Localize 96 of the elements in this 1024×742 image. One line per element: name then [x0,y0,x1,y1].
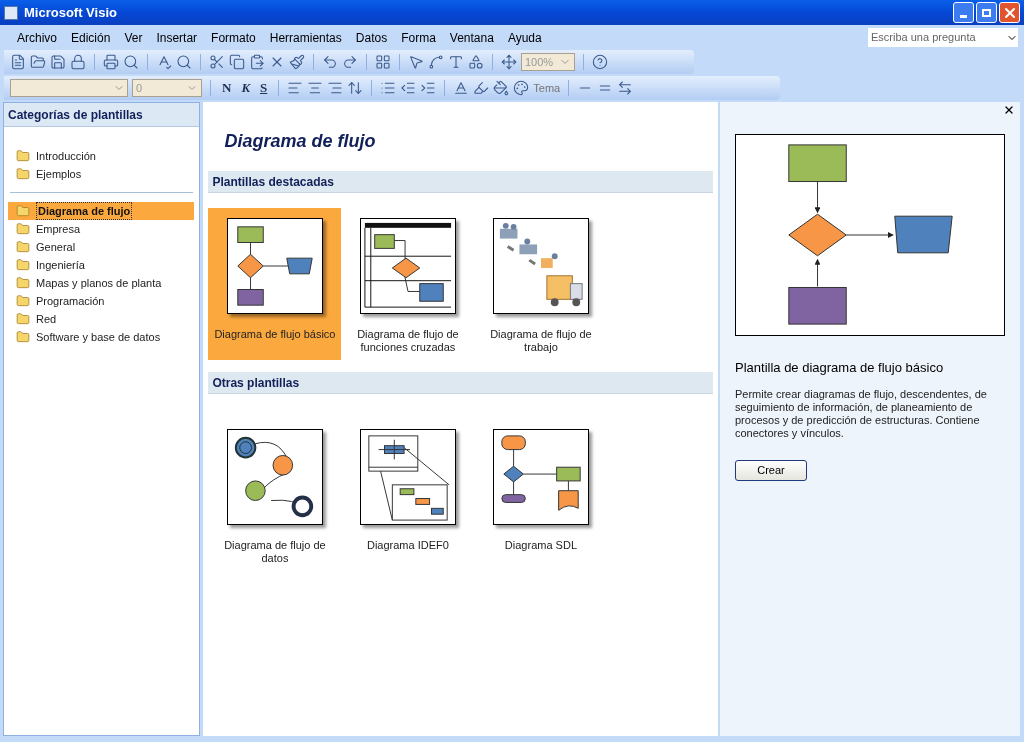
create-button[interactable]: Crear [735,459,807,481]
sidebar-header: Categorías de plantillas [4,103,200,127]
category-item[interactable]: Mapas y planos de planta [8,274,194,292]
research-icon[interactable] [176,54,192,70]
category-title: Diagrama de flujo [224,130,377,153]
save-icon[interactable] [50,54,66,70]
restore-button[interactable] [976,2,997,23]
category-label: Programación [36,293,105,309]
italic-button[interactable]: K [238,78,254,98]
folder-icon [16,240,30,254]
category-item[interactable]: Programación [8,292,194,310]
minimize-button[interactable] [953,2,974,23]
folder-icon [16,204,30,218]
align-center-icon[interactable] [307,80,324,96]
close-button[interactable] [999,2,1020,23]
decrease-indent-icon[interactable] [400,80,417,96]
folder-icon [16,258,30,272]
category-item[interactable]: Red [8,310,194,328]
window-title: Microsoft Visio [24,3,117,22]
category-label: Software y base de datos [36,329,161,345]
section-header: Plantillas destacadas [208,171,713,193]
category-item[interactable]: Introducción [8,147,194,165]
folder-icon [16,330,30,344]
print-preview-icon[interactable] [123,54,139,70]
folder-icon [16,167,30,181]
permission-icon[interactable] [70,54,86,70]
folder-icon [16,312,30,326]
copy-icon[interactable] [229,54,245,70]
folder-icon [16,276,30,290]
preview-description: Permite crear diagramas de flujo, descendentes, de seguimiento de información, de planeamiento de procesos y de predicción de estructuras. Contiene conectores y vínculos. [735,387,988,440]
shapes-icon[interactable] [468,54,484,70]
line-ends-icon[interactable] [617,80,634,96]
category-label: Diagrama de flujo [36,201,133,221]
bold-button[interactable]: N [219,78,235,98]
category-item[interactable]: Software y base de datos [8,328,194,346]
category-item[interactable]: Diagrama de flujo [8,202,194,220]
undo-icon[interactable] [322,54,338,70]
menu-item[interactable]: Herramientas [262,28,349,47]
help-search-field[interactable]: Escriba una pregunta [868,28,1018,47]
folder-icon [16,222,30,236]
pointer-icon[interactable] [408,54,424,70]
bullets-icon[interactable] [380,80,397,96]
close-icon[interactable] [1003,104,1015,116]
folder-icon [16,294,30,308]
template-tile[interactable]: Diagrama de flujo de funciones cruzadas [341,208,475,360]
category-label: Introducción [36,148,96,164]
category-label: Mapas y planos de planta [36,275,162,291]
shapes-grid-icon[interactable] [375,54,391,70]
cut-icon[interactable] [209,54,225,70]
category-label: Ingeniería [36,257,85,273]
underline-button[interactable]: S [257,78,271,98]
section-header: Otras plantillas [208,372,713,394]
category-item[interactable]: General [8,238,194,256]
increase-indent-icon[interactable] [420,80,437,96]
fill-color-icon[interactable] [493,80,510,96]
category-label: Empresa [36,221,81,237]
open-folder-icon[interactable] [30,54,46,70]
template-tile[interactable]: Diagrama de flujo de trabajo [474,208,608,360]
menu-item[interactable]: Archivo [10,28,64,47]
category-item[interactable]: Ejemplos [8,165,194,183]
app-icon [4,5,18,20]
menu-item[interactable]: Formato [204,28,263,47]
category-label: General [36,239,76,255]
category-item[interactable]: Empresa [8,220,194,238]
help-icon[interactable] [592,54,608,70]
menu-item[interactable]: Ventana [442,28,501,47]
align-left-icon[interactable] [287,80,304,96]
connector-icon[interactable] [428,54,444,70]
pan-icon[interactable] [501,54,517,70]
template-tile[interactable]: Diagrama de flujo básico [208,208,342,360]
redo-icon[interactable] [342,54,358,70]
menu-item[interactable]: Edición [64,28,118,47]
text-direction-icon[interactable] [347,80,364,96]
text-icon[interactable] [448,54,464,70]
menu-item[interactable]: Datos [348,28,395,47]
font-color-icon[interactable] [453,80,470,96]
menu-item[interactable]: Forma [394,28,443,47]
category-item[interactable]: Ingeniería [8,256,194,274]
paste-icon[interactable] [249,54,265,70]
menu-item[interactable]: Insertar [149,28,205,47]
category-label: Ejemplos [36,166,82,182]
spelling-icon[interactable] [156,54,172,70]
folder-icon [16,149,30,163]
print-icon[interactable] [103,54,119,70]
theme-icon[interactable] [513,80,530,96]
new-document-icon[interactable] [10,54,26,70]
format-painter-icon[interactable] [289,54,305,70]
template-tile[interactable]: Diagrama SDL [474,419,608,571]
category-label: Red [36,311,57,327]
template-tile[interactable]: Diagrama de flujo de datos [208,419,342,571]
menu-item[interactable]: Ver [117,28,150,47]
align-right-icon[interactable] [327,80,344,96]
preview-title: Plantilla de diagrama de flujo básico [735,359,945,377]
menu-item[interactable]: Ayuda [500,28,549,47]
line-color-icon[interactable] [473,80,490,96]
template-tile[interactable]: Diagrama IDEF0 [341,419,475,571]
